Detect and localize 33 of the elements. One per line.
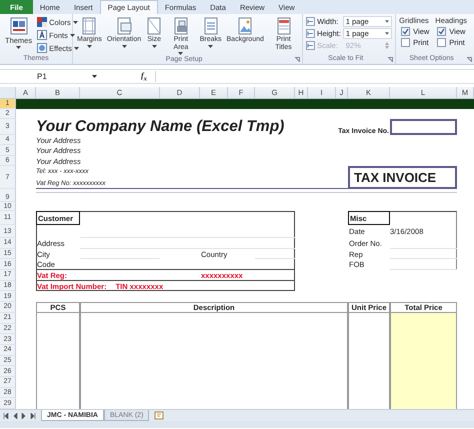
dialog-launcher-icon[interactable]	[388, 57, 394, 62]
sheet-nav-icon[interactable]	[3, 412, 9, 418]
caret-icon	[385, 20, 390, 23]
insert-function-button[interactable]: f$_{x}$	[139, 70, 149, 82]
sheet-nav-icon[interactable]	[30, 412, 36, 418]
themes-icon	[10, 17, 28, 35]
orientation-icon	[116, 17, 132, 35]
size-icon	[146, 17, 162, 35]
new-sheet-icon[interactable]	[153, 411, 166, 420]
spinner-arrows-icon	[385, 42, 390, 49]
breaks-icon	[202, 17, 219, 35]
checkbox[interactable]	[437, 38, 446, 47]
invoice-number-field[interactable]	[390, 119, 457, 135]
colors-icon	[37, 17, 48, 27]
name-box[interactable]: P1	[0, 71, 86, 82]
scale-icon	[306, 41, 316, 50]
background-icon	[237, 17, 254, 35]
effects-icon	[37, 43, 48, 53]
caret-icon[interactable]	[92, 75, 97, 78]
dialog-launcher-icon[interactable]	[295, 57, 300, 62]
margins-icon	[81, 17, 98, 35]
print-titles-icon	[276, 17, 292, 35]
scale-icon	[306, 17, 316, 26]
checkbox[interactable]	[401, 27, 410, 36]
caret-icon	[385, 32, 390, 35]
checkbox[interactable]	[401, 38, 410, 47]
checkbox[interactable]	[437, 27, 446, 36]
dialog-launcher-icon[interactable]	[467, 57, 472, 62]
print-area-icon	[172, 17, 189, 35]
company-name: Your Company Name (Excel Tmp)	[36, 119, 284, 135]
fonts-icon	[37, 30, 48, 40]
scale-icon	[306, 29, 316, 38]
invoice-title: TAX INVOICE	[348, 166, 457, 189]
